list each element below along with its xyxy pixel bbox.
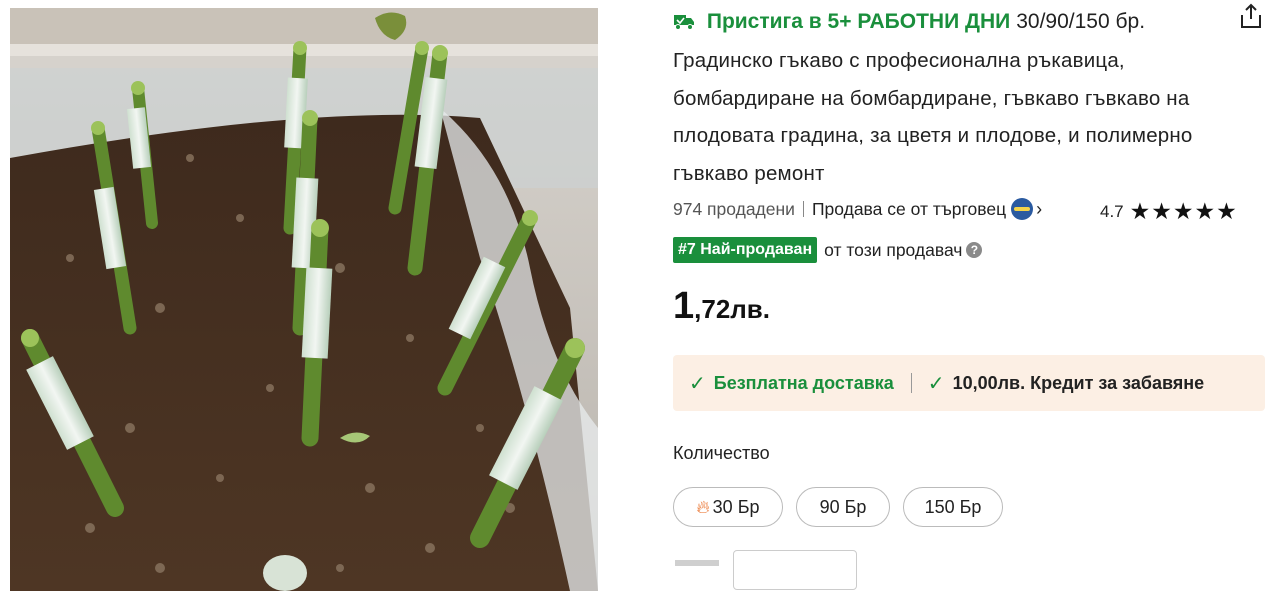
check-icon: ✓ [927, 372, 945, 395]
credit-benefit: ✓ 10,00лв. Кредит за забавяне [912, 371, 1204, 396]
free-shipping-benefit: ✓ Безплатна доставка [673, 371, 894, 396]
quantity-option-label: 30 Бр [712, 496, 760, 517]
rating-stars-icon: ★★★★★ [1129, 198, 1238, 224]
check-icon: ✓ [689, 372, 706, 395]
rank-badge: #7 Най-продаван [673, 237, 818, 263]
benefits-banner[interactable]: ✓ Безплатна доставка ✓ 10,00лв. Кредит з… [673, 355, 1265, 411]
shipping-label: Пристига в 5+ РАБОТНИ ДНИ [706, 10, 1011, 33]
next-option-select[interactable] [733, 550, 857, 590]
variants-text: 30/90/150 бр. [1016, 10, 1146, 33]
quantity-option-label: 90 Бр [819, 496, 867, 517]
quantity-options: 🔥︎ 30 Бр 90 Бр 150 Бр [673, 487, 1016, 527]
price-integer: 1 [673, 285, 695, 327]
seller-badge-icon[interactable] [1011, 198, 1034, 220]
rating-value: 4.7 [1100, 201, 1124, 221]
quantity-option-90[interactable]: 90 Бр [796, 487, 890, 527]
quantity-option-30[interactable]: 🔥︎ 30 Бр [673, 487, 783, 527]
seller-link[interactable]: Продава се от търговец [812, 199, 1006, 220]
product-title: Градинско гъкаво с професионална ръкавиц… [673, 49, 1193, 185]
next-option-label [675, 560, 719, 566]
product-info-panel: Пристига в 5+ РАБОТНИ ДНИ 30/90/150 бр. Г… [673, 0, 1273, 591]
fire-icon: 🔥︎ [696, 496, 710, 517]
chevron-right-icon[interactable]: › [1036, 199, 1042, 220]
share-icon[interactable] [1238, 2, 1264, 30]
rating[interactable]: 4.7 ★★★★★ [1100, 198, 1238, 225]
price-rest: ,72лв. [694, 294, 771, 324]
shipping-info: Пристига в 5+ РАБОТНИ ДНИ 30/90/150 бр. [673, 10, 1145, 36]
product-image[interactable] [10, 8, 598, 591]
help-icon[interactable]: ? [966, 242, 983, 258]
truck-icon [673, 12, 701, 35]
rank-text: от този продавач [824, 239, 963, 260]
meta-divider [802, 201, 804, 217]
credit-label: 10,00лв. Кредит за забавяне [952, 372, 1205, 393]
product-photo [10, 8, 598, 591]
price: 1,72лв. [673, 285, 770, 328]
next-option-row [673, 550, 1273, 591]
product-meta: 974 продадени Продава се от търговец › [673, 198, 1042, 220]
quantity-option-150[interactable]: 150 Бр [903, 487, 1003, 527]
free-shipping-label: Безплатна доставка [713, 372, 894, 393]
quantity-label: Количество [673, 443, 770, 463]
quantity-option-label: 150 Бр [924, 496, 982, 517]
bestseller-rank: #7 Най-продаван от този продавач ? [673, 237, 983, 263]
sold-count: 974 продадени [673, 198, 795, 219]
